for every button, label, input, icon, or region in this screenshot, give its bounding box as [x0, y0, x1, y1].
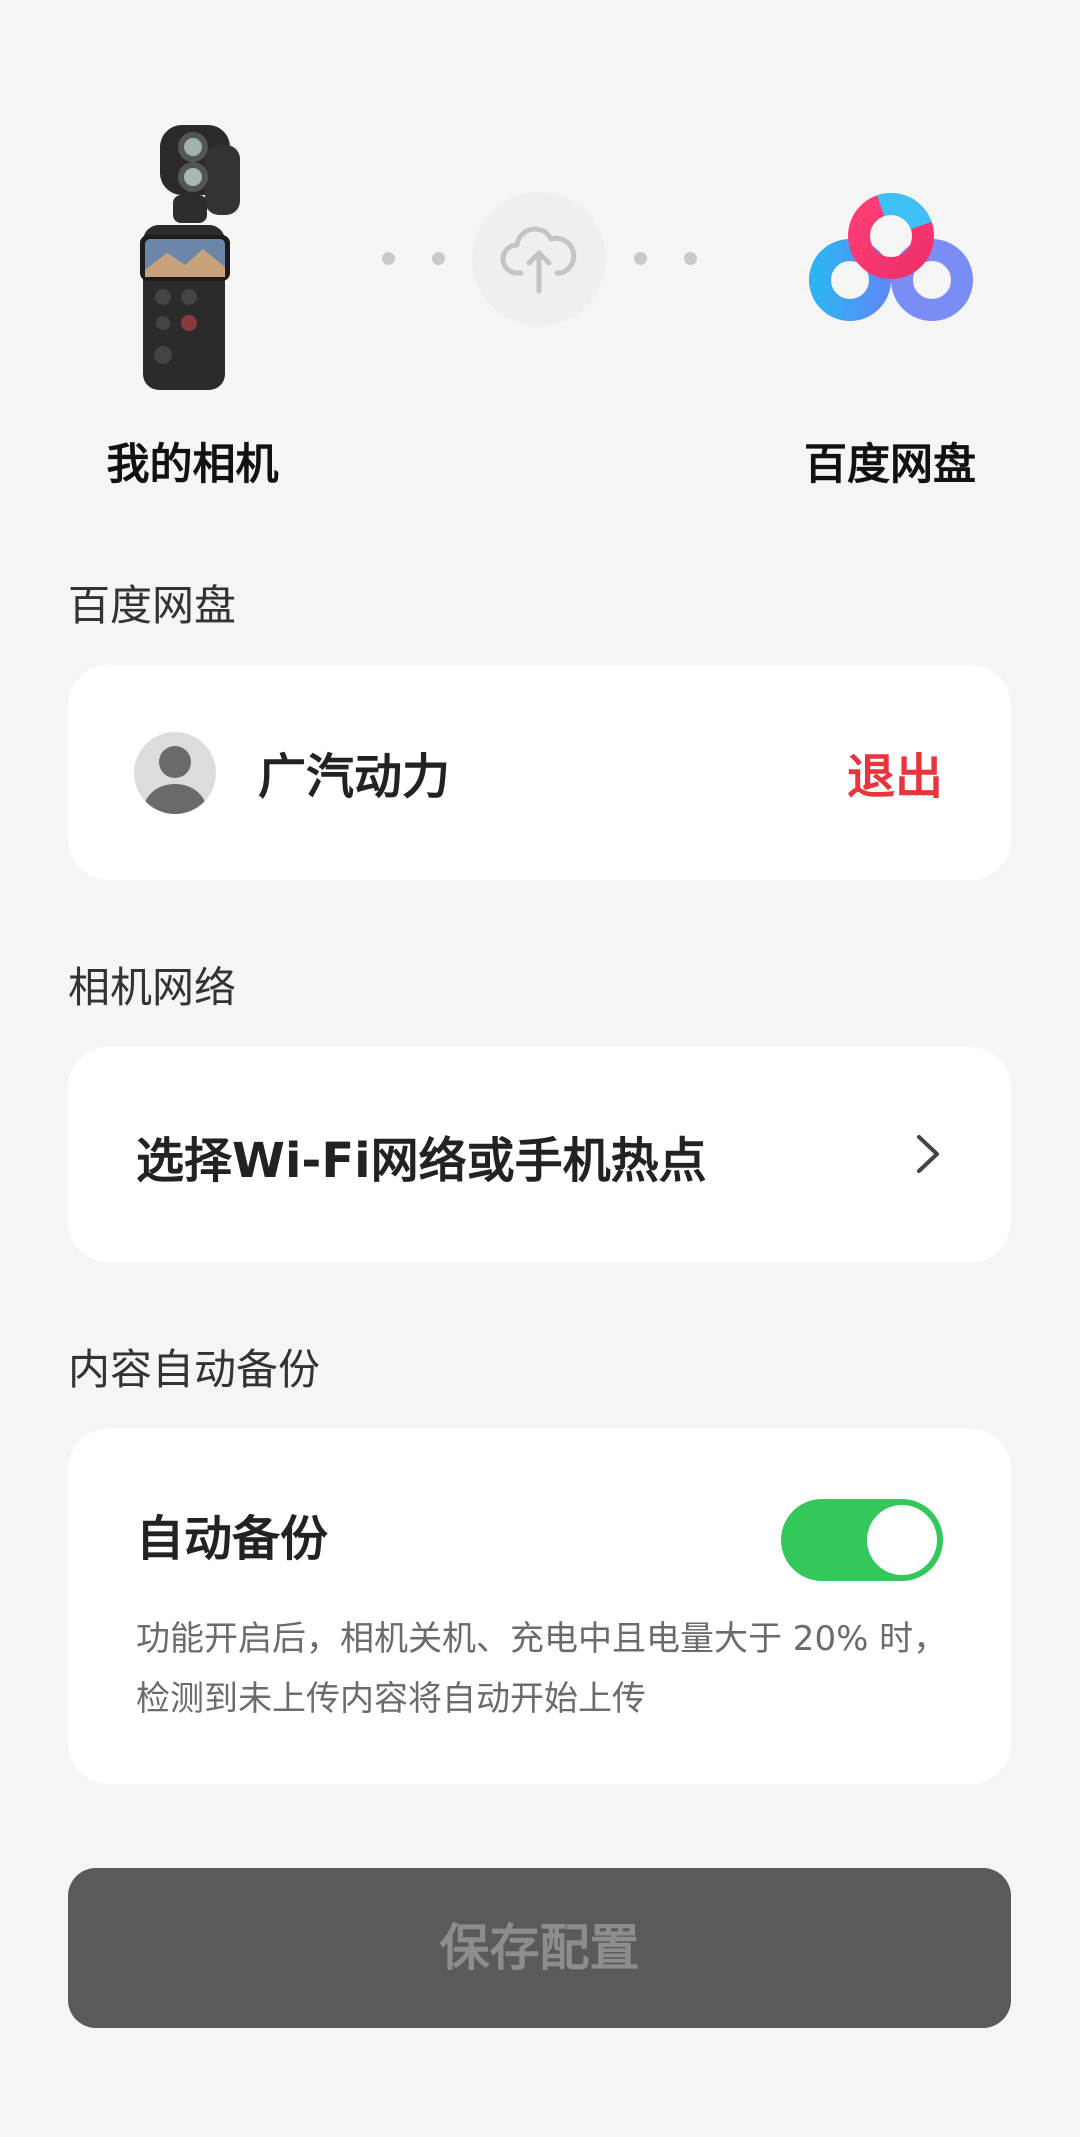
cloud-section-title: 百度网盘 — [68, 581, 237, 630]
connector-dot — [684, 252, 697, 265]
camera-label: 我的相机 — [106, 440, 279, 490]
chevron-right-icon — [913, 1131, 943, 1181]
auto-backup-toggle[interactable] — [781, 1499, 943, 1581]
auto-backup-label: 自动备份 — [136, 1511, 329, 1567]
account-name: 广汽动力 — [258, 749, 451, 805]
save-config-button[interactable]: 保存配置 — [68, 1868, 1011, 2028]
backup-section-title: 内容自动备份 — [68, 1345, 321, 1394]
select-network-row[interactable]: 选择Wi-Fi网络或手机热点 — [68, 1047, 1011, 1262]
toggle-knob — [867, 1505, 937, 1575]
connector-dot — [432, 252, 445, 265]
select-network-label: 选择Wi-Fi网络或手机热点 — [136, 1133, 707, 1189]
avatar — [134, 732, 216, 814]
connector-dot — [634, 252, 647, 265]
logout-button[interactable]: 退出 — [847, 737, 943, 807]
cloud-service-label: 百度网盘 — [804, 440, 976, 490]
cloud-upload-icon — [472, 192, 606, 326]
account-card: 广汽动力 退出 — [68, 665, 1011, 880]
user-icon — [159, 746, 191, 778]
auto-backup-description: 功能开启后，相机关机、充电中且电量大于 20% 时，检测到未上传内容将自动开始上… — [136, 1619, 948, 1719]
baidu-netdisk-logo — [806, 190, 976, 330]
auto-backup-card: 自动备份 功能开启后，相机关机、充电中且电量大于 20% 时，检测到未上传内容将… — [68, 1429, 1011, 1784]
connector-dot — [382, 252, 395, 265]
action-camera-icon — [105, 125, 285, 395]
network-section-title: 相机网络 — [68, 963, 237, 1012]
connection-header: 我的相机 百度网盘 — [0, 0, 1080, 520]
